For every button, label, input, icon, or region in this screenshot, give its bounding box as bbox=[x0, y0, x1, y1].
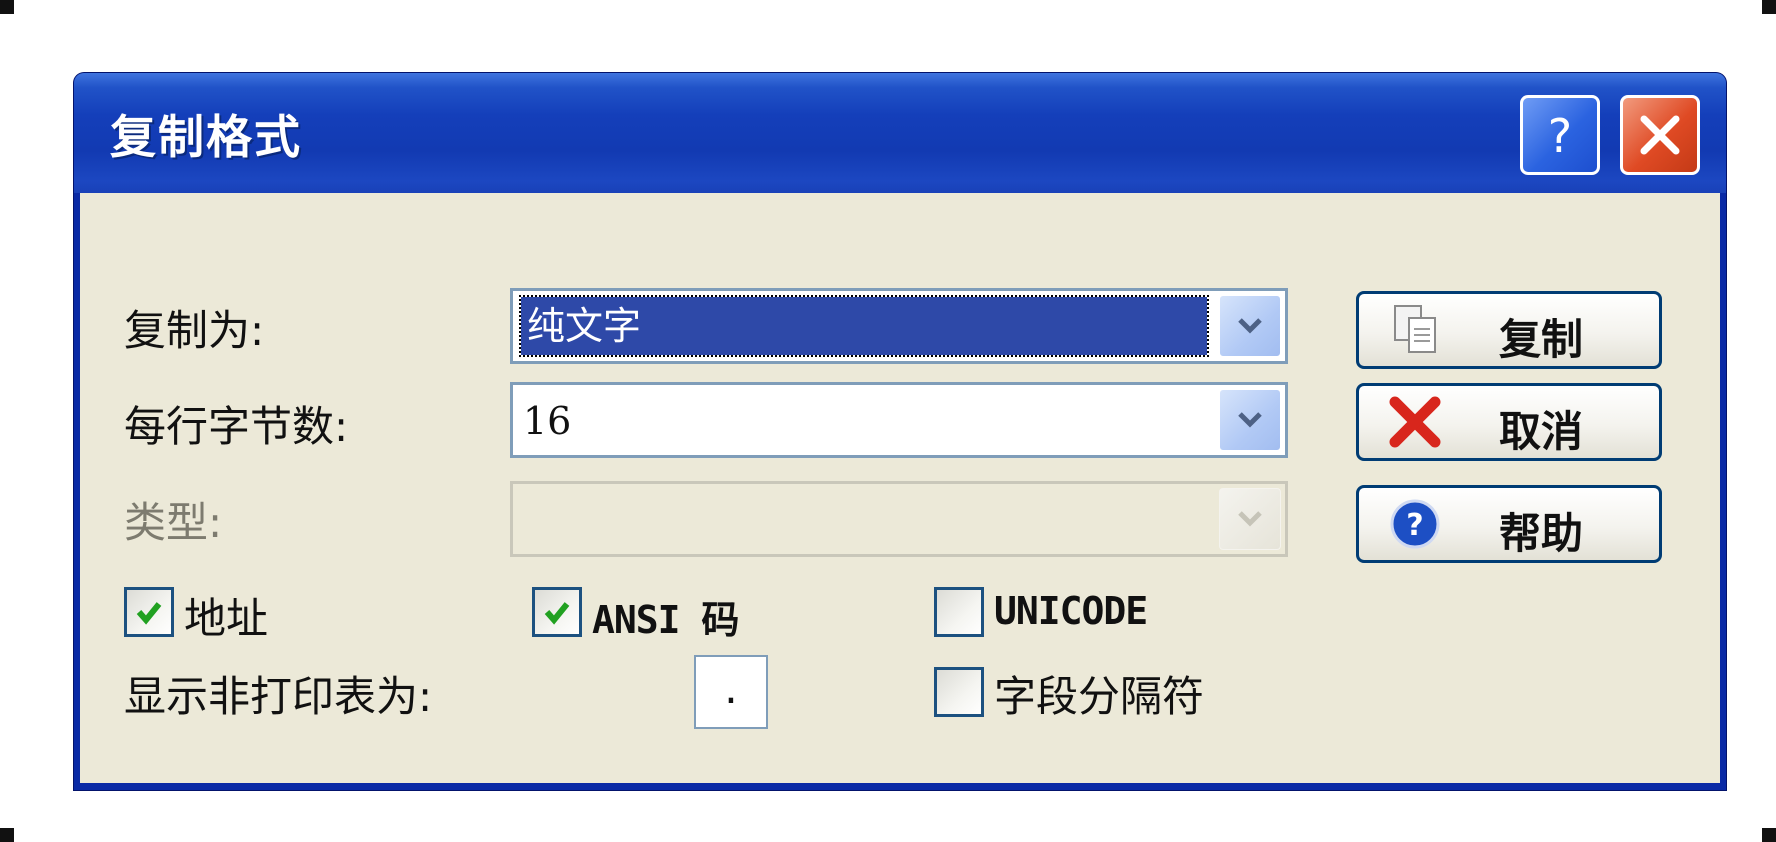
title-bar[interactable]: 复制格式 ? bbox=[74, 73, 1726, 193]
chevron-down-icon bbox=[1238, 412, 1262, 428]
copy-format-dialog: 复制格式 ? 复制为: 纯文字 每行字节数: 16 类型: 复制 取消 ? 帮助… bbox=[74, 73, 1726, 790]
type-label: 类型: bbox=[124, 498, 223, 547]
cancel-x-icon bbox=[1385, 394, 1445, 450]
copy-as-select[interactable]: 纯文字 bbox=[510, 288, 1288, 364]
help-circle-icon: ? bbox=[1385, 496, 1445, 552]
field-separator-checkbox-label[interactable]: 字段分隔符 bbox=[994, 663, 1204, 724]
type-dropdown-button[interactable] bbox=[1219, 488, 1281, 550]
chevron-down-icon bbox=[1238, 318, 1262, 334]
bytes-per-line-dropdown-button[interactable] bbox=[1219, 389, 1281, 451]
address-checkbox[interactable] bbox=[124, 587, 174, 637]
corner-mark-bottom-right bbox=[1762, 828, 1776, 842]
dialog-title: 复制格式 bbox=[110, 110, 302, 164]
bytes-per-line-value: 16 bbox=[523, 399, 572, 443]
copy-as-label: 复制为: bbox=[124, 306, 265, 355]
copy-as-dropdown-button[interactable] bbox=[1219, 295, 1281, 357]
close-icon bbox=[1640, 115, 1680, 155]
bytes-per-line-select[interactable]: 16 bbox=[510, 382, 1288, 458]
title-close-button[interactable] bbox=[1620, 95, 1700, 175]
ansi-checkbox[interactable] bbox=[532, 587, 582, 637]
copy-button-label: 复制 bbox=[1499, 315, 1584, 364]
chevron-down-icon bbox=[1238, 511, 1262, 527]
copy-button[interactable]: 复制 bbox=[1356, 291, 1662, 369]
dialog-body: 复制为: 纯文字 每行字节数: 16 类型: 复制 取消 ? 帮助 地址 ANS… bbox=[80, 193, 1720, 783]
check-icon bbox=[136, 602, 162, 625]
field-separator-checkbox[interactable] bbox=[934, 667, 984, 717]
cancel-button-label: 取消 bbox=[1499, 407, 1584, 456]
svg-text:?: ? bbox=[1548, 109, 1572, 163]
bytes-per-line-label: 每行字节数: bbox=[124, 402, 349, 451]
help-button-label: 帮助 bbox=[1499, 509, 1584, 558]
address-checkbox-label[interactable]: 地址 bbox=[184, 585, 268, 646]
copy-icon bbox=[1385, 302, 1445, 358]
nonprintable-char-input[interactable]: . bbox=[694, 655, 768, 729]
corner-mark-top-right bbox=[1762, 0, 1776, 14]
ansi-checkbox-label[interactable]: ANSI 码 bbox=[592, 589, 739, 644]
corner-mark-top-left bbox=[0, 0, 14, 14]
copy-as-value: 纯文字 bbox=[519, 295, 1209, 357]
unicode-checkbox[interactable] bbox=[934, 587, 984, 637]
help-icon: ? bbox=[1548, 109, 1572, 163]
svg-text:?: ? bbox=[1406, 508, 1423, 543]
type-select[interactable] bbox=[510, 481, 1288, 557]
title-help-button[interactable]: ? bbox=[1520, 95, 1600, 175]
cancel-button[interactable]: 取消 bbox=[1356, 383, 1662, 461]
unicode-checkbox-label[interactable]: UNICODE bbox=[994, 589, 1148, 633]
corner-mark-bottom-left bbox=[0, 828, 14, 842]
screenshot-page: 复制格式 ? 复制为: 纯文字 每行字节数: 16 类型: 复制 取消 ? 帮助… bbox=[0, 0, 1776, 842]
check-icon bbox=[544, 602, 570, 625]
help-button[interactable]: ? 帮助 bbox=[1356, 485, 1662, 563]
show-nonprintable-label: 显示非打印表为: bbox=[124, 672, 433, 721]
